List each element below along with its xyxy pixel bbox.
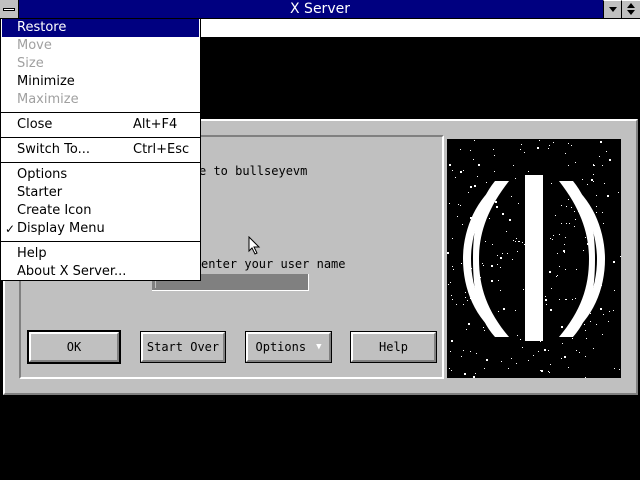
menu-separator (1, 241, 200, 242)
menu-item-about[interactable]: About X Server... (2, 263, 199, 281)
menu-item-maximize[interactable]: Maximize (2, 91, 199, 109)
minimize-icon[interactable] (603, 0, 622, 18)
help-button[interactable]: Help (350, 331, 437, 363)
welcome-text: e to bullseyevm (199, 164, 308, 178)
menu-item-minimize[interactable]: Minimize (2, 73, 199, 91)
dropdown-arrow-icon: ▼ (316, 342, 322, 352)
options-button-label: Options (255, 340, 307, 354)
system-menu: Restore Move Size Minimize Maximize Clos… (0, 18, 201, 281)
menu-item-move[interactable]: Move (2, 37, 199, 55)
logo-image (447, 139, 621, 378)
check-mark-icon: ✓ (5, 222, 16, 236)
menu-item-help[interactable]: Help (2, 245, 199, 263)
start-over-button[interactable]: Start Over (140, 331, 226, 363)
help-button-label: Help (379, 340, 408, 354)
menu-item-switch-to[interactable]: Switch To... Ctrl+Esc (2, 141, 199, 159)
menu-separator (1, 162, 200, 163)
username-prompt: enter your user name (201, 257, 346, 271)
window-title: X Server (290, 1, 350, 17)
ok-button[interactable]: OK (27, 330, 121, 364)
maximize-icon[interactable] (621, 0, 640, 18)
menu-item-size[interactable]: Size (2, 55, 199, 73)
title-bar[interactable]: X Server (0, 0, 640, 19)
menu-item-starter[interactable]: Starter (2, 184, 199, 202)
options-button[interactable]: Options ▼ (245, 331, 332, 363)
menu-separator (1, 112, 200, 113)
mouse-cursor-icon (248, 236, 261, 255)
start-over-button-label: Start Over (146, 340, 220, 354)
ok-button-label: OK (66, 340, 82, 354)
menu-item-options[interactable]: Options (2, 166, 199, 184)
menu-item-display-menu[interactable]: ✓ Display Menu (2, 220, 199, 238)
menu-item-restore[interactable]: Restore (2, 19, 199, 37)
menu-item-close[interactable]: Close Alt+F4 (2, 116, 199, 134)
menu-item-create-icon[interactable]: Create Icon (2, 202, 199, 220)
menu-separator (1, 137, 200, 138)
